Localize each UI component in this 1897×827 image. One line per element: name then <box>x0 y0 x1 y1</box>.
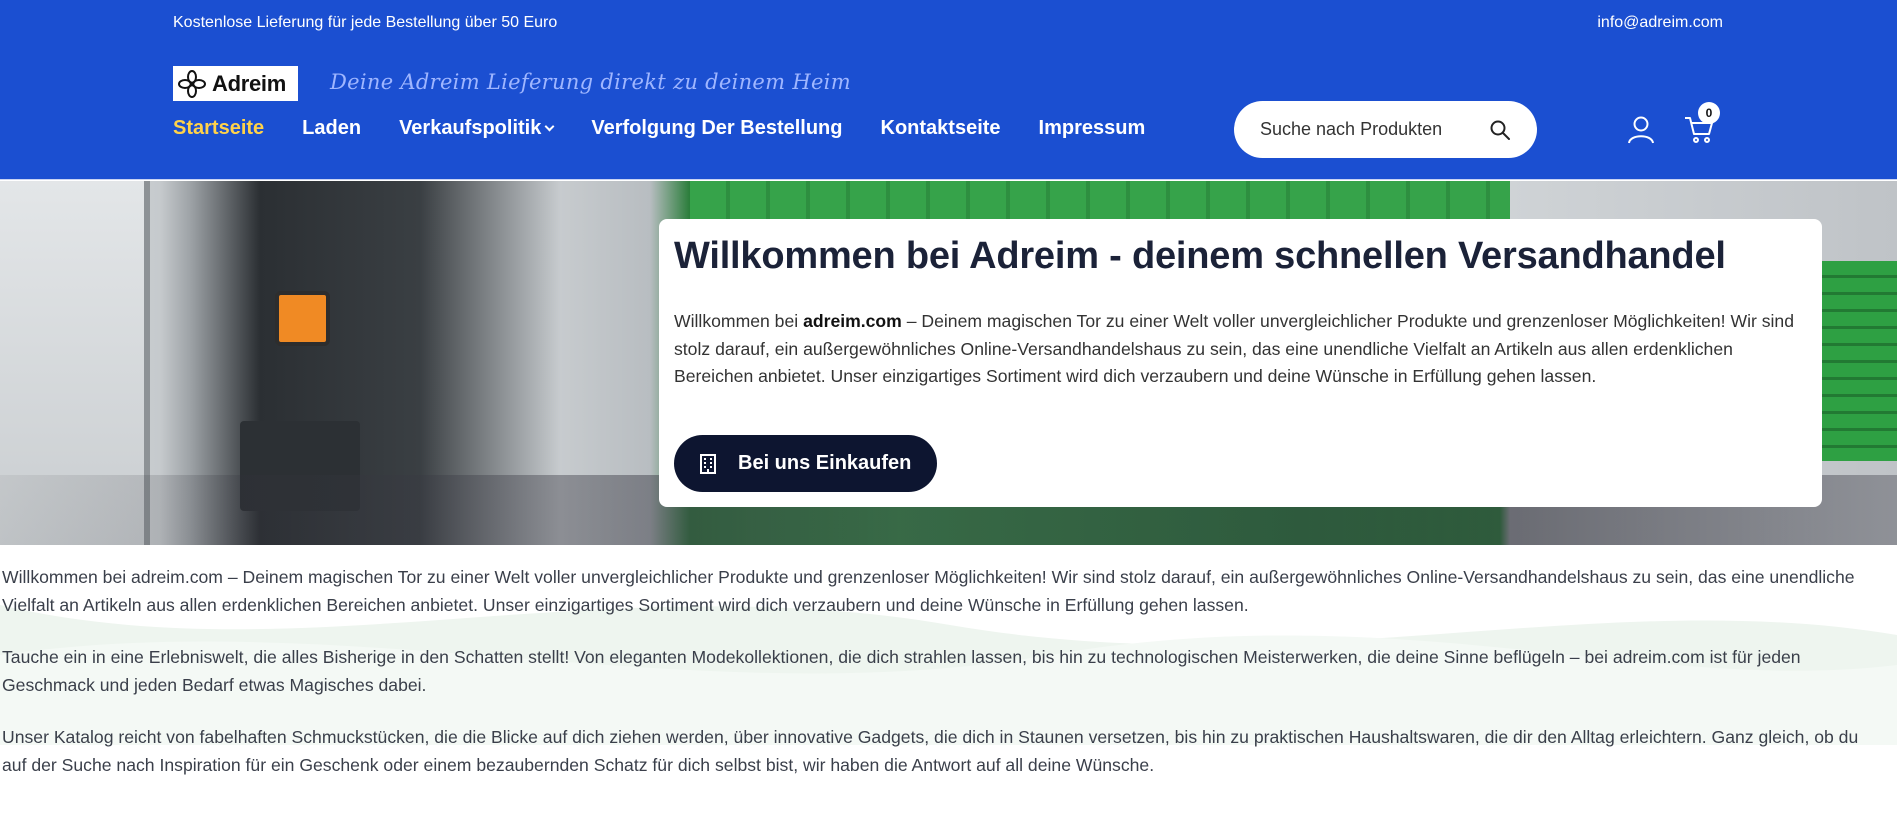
nav-item-label: Impressum <box>1038 117 1146 139</box>
nav-item-laden[interactable]: Laden <box>302 117 361 140</box>
site-logo[interactable]: Adreim <box>173 66 298 101</box>
search-input[interactable] <box>1260 119 1470 140</box>
intro-paragraph: Unser Katalog reicht von fabelhaften Sch… <box>2 727 1859 775</box>
hero-image-green-crates <box>1820 261 1897 461</box>
hero-text-intro: Willkommen bei <box>674 311 804 331</box>
logo-text: Adreim <box>212 70 286 96</box>
user-icon[interactable] <box>1626 114 1656 144</box>
flower-logo-icon <box>178 69 206 98</box>
chevron-down-icon <box>544 121 555 132</box>
nav-item-kontaktseite[interactable]: Kontaktseite <box>881 117 1001 140</box>
nav-item-label: Verkaufspolitik <box>399 117 542 139</box>
main-nav: Startseite Laden Verkaufspolitik Verfolg… <box>173 117 1183 140</box>
brand-tagline: Deine Adreim Lieferung direkt zu deinem … <box>330 70 851 94</box>
hero-title: Willkommen bei Adreim - deinem schnellen… <box>674 235 1726 277</box>
intro-paragraph: Tauche ein in eine Erlebniswelt, die all… <box>2 647 1801 695</box>
hero-card: Willkommen bei Adreim - deinem schnellen… <box>659 219 1822 507</box>
hero-image-control-unit <box>275 291 330 346</box>
nav-item-label: Startseite <box>173 117 265 139</box>
site-header: Kostenlose Lieferung für jede Bestellung… <box>0 0 1897 180</box>
contact-email-link[interactable]: info@adreim.com <box>1597 14 1723 32</box>
nav-item-label: Kontaktseite <box>880 117 1001 139</box>
nav-item-verkaufspolitik[interactable]: Verkaufspolitik <box>399 117 555 140</box>
nav-item-label: Verfolgung Der Bestellung <box>591 117 843 139</box>
building-icon <box>700 453 716 474</box>
cart-count-badge: 0 <box>1698 102 1720 124</box>
intro-content: Willkommen bei adreim.com – Deinem magis… <box>0 545 1897 827</box>
nav-item-order-tracking[interactable]: Verfolgung Der Bestellung <box>591 117 842 140</box>
nav-item-impressum[interactable]: Impressum <box>1039 117 1146 140</box>
shipping-notice: Kostenlose Lieferung für jede Bestellung… <box>173 14 558 31</box>
shop-now-button[interactable]: Bei uns Einkaufen <box>674 435 938 492</box>
search-box <box>1234 101 1537 158</box>
search-icon[interactable] <box>1489 119 1511 141</box>
hero-text-brand: adreim.com <box>803 311 902 331</box>
shop-now-label: Bei uns Einkaufen <box>738 452 912 474</box>
intro-paragraph: Willkommen bei adreim.com – Deinem magis… <box>2 567 1855 615</box>
hero-text: Willkommen bei adreim.com – Deinem magis… <box>674 308 1814 391</box>
nav-item-label: Laden <box>302 117 362 139</box>
nav-item-startseite[interactable]: Startseite <box>173 117 264 140</box>
